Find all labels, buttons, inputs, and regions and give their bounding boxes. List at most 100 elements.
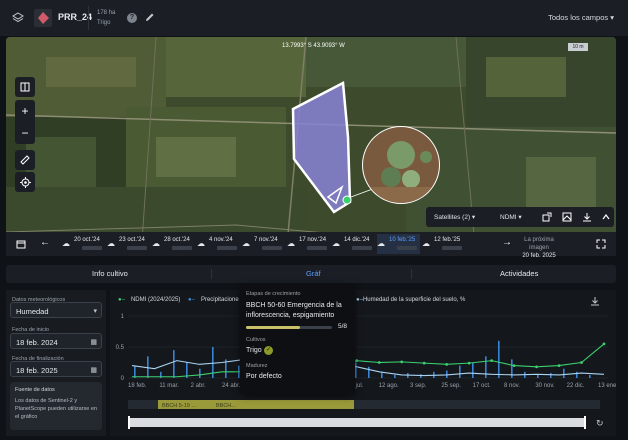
stage-label: BBCH... — [216, 403, 236, 409]
index-label: NDMI — [500, 214, 517, 221]
edit-icon[interactable] — [145, 12, 155, 22]
range-slider-handle-start — [128, 416, 130, 429]
timeline-date-item[interactable]: ☁ 12 feb.'25 — [422, 234, 465, 254]
crops-label: Cultivos — [246, 337, 266, 343]
precip-bar — [472, 362, 474, 378]
next-image-label: La próxima imagen — [524, 237, 554, 251]
cloud-icon: ☁ — [62, 239, 70, 248]
timeline-date-item[interactable]: ☁ 14 dic.'24 — [332, 234, 375, 254]
tab-chart[interactable]: Gráf — [306, 269, 321, 278]
map-coordinates: 13.7993° S 43.9093° W — [282, 43, 345, 49]
export-icon[interactable] — [542, 212, 552, 222]
ndmi-point — [377, 361, 381, 364]
maturity-value: Por defecto — [246, 373, 282, 380]
precip-bar — [537, 374, 539, 378]
download-icon[interactable] — [582, 212, 592, 222]
start-date-field[interactable]: 18 feb. 2024 ▦ — [10, 333, 102, 349]
timeline-date-label: 4 nov.'24 — [209, 237, 233, 243]
cloud-coverage-bar — [397, 246, 417, 250]
x-tick-label: 8 nov. — [504, 383, 520, 389]
x-tick-label: 2 abr. — [191, 383, 206, 389]
cloud-coverage-bar — [307, 246, 327, 250]
precip-bar — [446, 370, 448, 378]
tab-activities[interactable]: Actividades — [500, 269, 538, 278]
x-tick-label: 25 sep. — [441, 383, 461, 389]
next-arrow-icon[interactable]: → — [502, 237, 512, 248]
ndmi-point — [602, 342, 606, 346]
fullscreen-icon[interactable] — [596, 239, 606, 249]
precip-bar — [199, 368, 201, 378]
image-icon[interactable] — [562, 212, 572, 222]
map-scale: 10 m — [568, 43, 588, 51]
legend-ndmi[interactable]: ●– — [118, 297, 125, 303]
legend-soil[interactable]: ●–Humedad de la superficie del suelo, % — [356, 297, 465, 303]
satellites-select[interactable]: Satellites (2) ▾ — [434, 213, 475, 221]
x-tick-label: 12 ago. — [379, 383, 399, 389]
calendar-icon[interactable] — [16, 239, 26, 249]
timeline-date-item[interactable]: ☁ 17 nov.'24 — [287, 234, 330, 254]
chevron-down-icon: ▾ — [93, 308, 97, 315]
collapse-icon[interactable] — [601, 212, 611, 222]
ndmi-point — [445, 362, 449, 366]
timeline-date-label: 14 dic.'24 — [344, 237, 370, 243]
zoom-in-icon[interactable]: + — [15, 100, 35, 122]
y-tick-label: 1 — [121, 314, 125, 320]
tooltip-arrow — [291, 392, 301, 398]
next-image-date: 20 feb. 2025 — [522, 253, 556, 259]
precip-bar — [589, 374, 591, 378]
all-fields-label: Todos los campos — [548, 13, 609, 22]
x-tick-label: 3 sep. — [410, 383, 427, 389]
weather-value: Humedad — [16, 307, 49, 316]
cloud-coverage-bar — [262, 246, 282, 250]
next-image-info: La próxima imagen 20 feb. 2025 — [514, 236, 564, 260]
precip-bar — [485, 356, 487, 378]
x-tick-label: 22 dic. — [567, 383, 585, 389]
start-date-value: 18 feb. 2024 — [16, 338, 58, 347]
locate-icon[interactable] — [15, 172, 35, 192]
timeline-date-label: 23 oct.'24 — [119, 237, 145, 243]
tab-crop-info[interactable]: Info cultivo — [92, 269, 128, 278]
compare-icon[interactable] — [15, 77, 35, 97]
precip-bar — [368, 366, 370, 378]
stage-progress-fill — [246, 326, 300, 329]
ruler-icon[interactable] — [15, 150, 35, 170]
timeline-date-item[interactable]: ☁ 20 oct.'24 — [62, 234, 105, 254]
timeline-date-item[interactable]: ☁ 28 oct.'24 — [152, 234, 195, 254]
zoom-controls: + − — [15, 100, 35, 144]
ndmi-point — [580, 361, 583, 364]
end-date-field[interactable]: 18 feb. 2025 ▦ — [10, 361, 102, 377]
image-timeline: ← ☁ 20 oct.'24 ☁ 23 oct.'24 ☁ 28 oct.'24 ☁ 4 no… — [6, 232, 616, 259]
map-toolbar: Satellites (2) ▾ NDMI ▾ — [426, 207, 614, 227]
download-chart-icon[interactable] — [590, 296, 600, 306]
layers-icon[interactable] — [12, 12, 24, 24]
cloud-icon: ☁ — [107, 239, 115, 248]
field-name: PRR_24 — [58, 12, 93, 22]
weather-select[interactable]: Humedad ▾ — [10, 302, 102, 318]
cloud-coverage-bar — [352, 246, 372, 250]
all-fields-dropdown[interactable]: Todos los campos ▾ — [548, 13, 614, 22]
stage-value: BBCH 50-60 Emergencia de la inflorescenc… — [246, 302, 342, 319]
tab-bar: Info cultivo Gráf Actividades — [6, 265, 616, 283]
index-select[interactable]: NDMI ▾ — [500, 213, 522, 221]
help-icon[interactable]: ? — [127, 13, 137, 23]
prev-arrow-icon[interactable]: ← — [40, 237, 50, 248]
y-tick-label: 0.5 — [116, 345, 125, 351]
reset-icon[interactable]: ↻ — [596, 419, 604, 429]
x-tick-label: 13 ene. — [598, 383, 616, 389]
timeline-date-item[interactable]: ☁ 10 feb.'25 — [377, 234, 420, 254]
timeline-date-label: 12 feb.'25 — [434, 237, 461, 243]
satellite-map[interactable]: 13.7993° S 43.9093° W 10 m + − Satellite… — [6, 37, 616, 256]
ndmi-point — [422, 361, 426, 365]
timeline-date-item[interactable]: ☁ 23 oct.'24 — [107, 234, 150, 254]
precip-bar — [355, 362, 357, 378]
field-crop: Trigo — [97, 20, 111, 26]
timeline-date-item[interactable]: ☁ 7 nov.'24 — [242, 234, 285, 254]
timeline-date-item[interactable]: ☁ 4 nov.'24 — [197, 234, 240, 254]
stage-progress-bar — [246, 326, 332, 329]
timeline-date-label: 28 oct.'24 — [164, 237, 190, 243]
stage-label: Etapas de crecimiento — [246, 291, 301, 297]
y-tick-label: 0 — [121, 376, 125, 382]
legend-precip[interactable]: ●– — [188, 297, 195, 303]
zoom-out-icon[interactable]: − — [15, 122, 35, 144]
ndmi-point — [467, 361, 471, 365]
